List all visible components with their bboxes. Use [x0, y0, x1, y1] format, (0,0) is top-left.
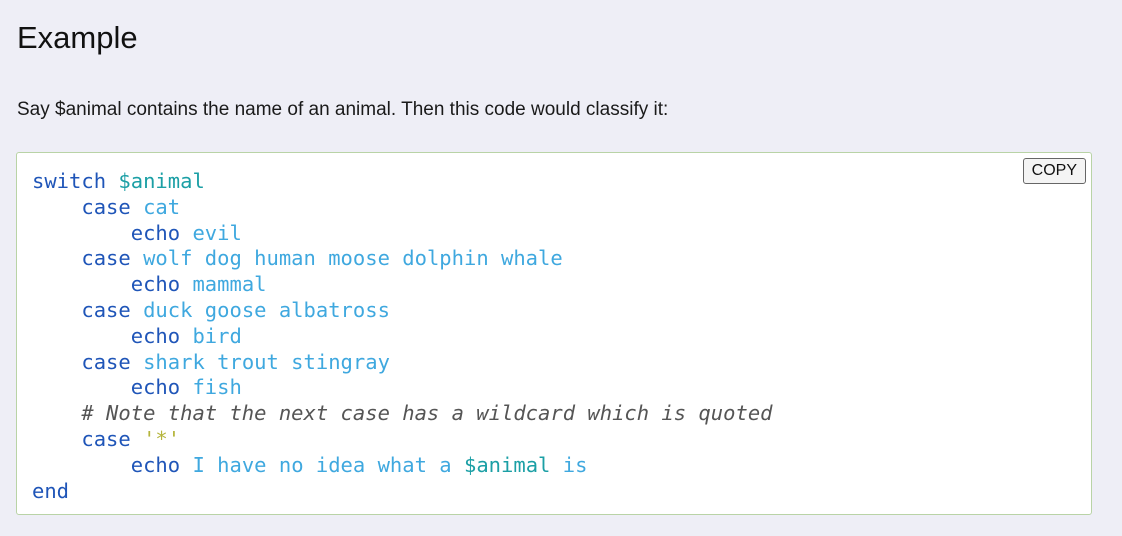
- code-line-8: case shark trout stingray: [32, 350, 773, 376]
- code-line-11: case '*': [32, 427, 773, 453]
- code-keyword: echo: [130, 452, 181, 477]
- code-keyword: case: [81, 297, 131, 322]
- code-block: COPY switch $animal case cat echo evil case…: [16, 152, 1092, 515]
- code-keyword: case: [81, 349, 131, 374]
- code-argument: wolf dog human moose dolphin whale: [143, 246, 563, 271]
- code-argument: shark trout stingray: [143, 349, 390, 374]
- code-keyword: switch: [32, 169, 107, 193]
- intro-text: Say $animal contains the name of an anim…: [17, 99, 669, 120]
- code-comment: # Note that the next case has a wildcard…: [81, 401, 773, 426]
- code-variable: $animal: [118, 169, 205, 193]
- code-keyword: echo: [130, 272, 181, 297]
- code-argument: I have no idea what a: [192, 452, 452, 477]
- code-line-1: switch $animal: [32, 169, 773, 195]
- code-keyword: case: [81, 194, 131, 219]
- code-variable: $animal: [463, 452, 551, 477]
- code-line-13: end: [32, 479, 773, 505]
- code-content: switch $animal case cat echo evil case wolf…: [32, 169, 773, 504]
- code-string: '*': [143, 426, 181, 451]
- code-argument: bird: [192, 323, 242, 348]
- code-line-12: echo I have no idea what a $animal is: [32, 453, 773, 479]
- code-argument: fish: [192, 375, 242, 400]
- code-keyword: echo: [130, 375, 181, 400]
- code-keyword: case: [81, 426, 131, 451]
- code-line-6: case duck goose albatross: [32, 298, 773, 324]
- code-argument: evil: [192, 220, 242, 245]
- code-line-3: echo evil: [32, 221, 773, 247]
- code-line-9: echo fish: [32, 375, 773, 401]
- code-line-7: echo bird: [32, 324, 773, 350]
- code-keyword: end: [32, 478, 70, 503]
- code-line-4: case wolf dog human moose dolphin whale: [32, 246, 773, 272]
- code-line-5: echo mammal: [32, 272, 773, 298]
- code-line-2: case cat: [32, 195, 773, 221]
- code-argument: is: [562, 452, 588, 477]
- code-keyword: case: [81, 246, 131, 271]
- code-argument: duck goose albatross: [143, 297, 390, 322]
- code-argument: cat: [143, 194, 181, 219]
- copy-button[interactable]: COPY: [1022, 158, 1086, 184]
- code-keyword: echo: [130, 323, 181, 348]
- code-keyword: echo: [130, 220, 181, 245]
- code-line-10: # Note that the next case has a wildcard…: [32, 401, 773, 427]
- section-title: Example: [17, 20, 138, 55]
- code-argument: mammal: [192, 272, 267, 297]
